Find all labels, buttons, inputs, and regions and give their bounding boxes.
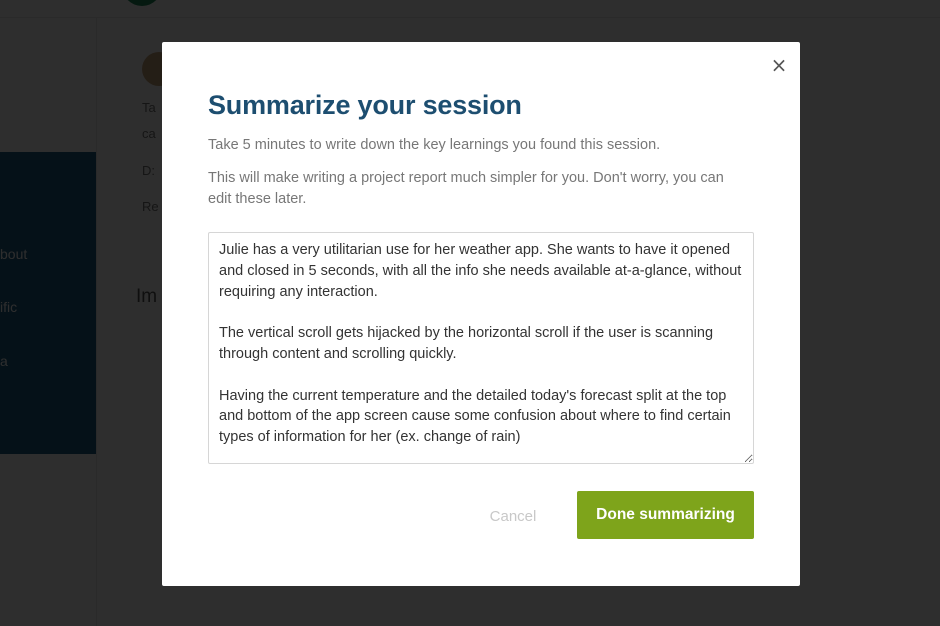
- done-summarizing-button[interactable]: Done summarizing: [577, 491, 754, 539]
- dialog-description: Take 5 minutes to write down the key lea…: [208, 137, 661, 153]
- dialog-title: Summarize your session: [208, 90, 522, 120]
- summarize-session-dialog: × Summarize your session Take 5 minutes …: [162, 42, 800, 586]
- summary-textarea[interactable]: [208, 232, 754, 464]
- dialog-description-note: This will make writing a project report …: [208, 170, 724, 207]
- close-icon[interactable]: ×: [768, 54, 790, 76]
- cancel-button[interactable]: Cancel: [476, 505, 550, 527]
